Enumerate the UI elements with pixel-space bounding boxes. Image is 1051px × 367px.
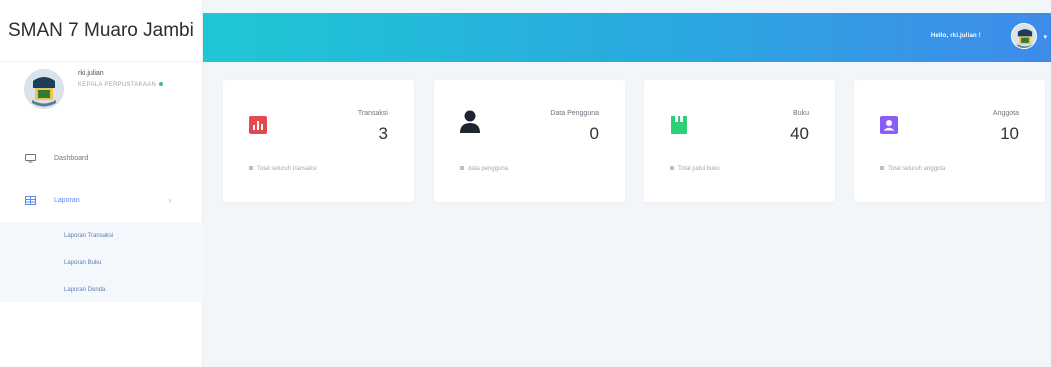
- card-value: 40: [790, 124, 809, 143]
- submenu-item-laporan-denda[interactable]: Laporan Denda: [0, 276, 203, 303]
- card-footer-text: Total seluruh anggota: [888, 166, 946, 172]
- card-footer: Total judul buku: [670, 166, 720, 172]
- book-small-icon: [670, 166, 674, 171]
- card-footer: data pengguna: [460, 166, 508, 172]
- book-icon: [670, 116, 688, 134]
- user-icon: [460, 110, 480, 133]
- submenu-item-laporan-buku[interactable]: Laporan Buku: [0, 249, 203, 276]
- card-footer: Total seluruh anggota: [880, 166, 945, 172]
- card-title: Data Pengguna: [550, 110, 599, 117]
- laporan-submenu: Laporan Transaksi Laporan Buku Laporan D…: [0, 222, 203, 302]
- list-icon: [460, 166, 464, 171]
- chart-icon: [249, 116, 267, 134]
- table-icon: [24, 195, 36, 205]
- brand-title[interactable]: SMAN 7 Muaro Jambi: [0, 0, 202, 62]
- card-footer: Total seluruh transaksi: [249, 166, 317, 172]
- sidebar: SMAN 7 Muaro Jambi rki.julian KEPALA PER…: [0, 0, 203, 367]
- card-footer-text: Total judul buku: [678, 166, 720, 172]
- top-navbar: Hello, rki.julian ! ▾: [203, 13, 1051, 62]
- stat-card-data-pengguna: Data Pengguna 0 data pengguna: [434, 80, 625, 202]
- chevron-right-icon: ›: [168, 195, 171, 205]
- greeting-text[interactable]: Hello, rki.julian !: [931, 33, 981, 39]
- user-name: rki.julian: [78, 70, 104, 77]
- user-avatar[interactable]: [24, 69, 64, 109]
- sidebar-item-label: Dashboard: [54, 154, 89, 162]
- card-footer-text: Total seluruh transaksi: [257, 166, 317, 172]
- card-title: Anggota: [992, 110, 1019, 117]
- monitor-icon: [24, 153, 36, 163]
- sidebar-item-label: Laporan: [54, 196, 80, 204]
- card-value: 0: [589, 124, 599, 143]
- card-value: 10: [1000, 124, 1019, 143]
- sidebar-item-laporan[interactable]: Laporan ›: [0, 186, 203, 214]
- stat-card-anggota: Anggota 10 Total seluruh anggota: [854, 80, 1045, 202]
- card-value: 3: [378, 124, 388, 143]
- person-small-icon: [880, 166, 884, 171]
- card-title: Buku: [793, 110, 809, 117]
- submenu-item-laporan-transaksi[interactable]: Laporan Transaksi: [0, 222, 203, 249]
- sidebar-item-dashboard[interactable]: Dashboard: [0, 144, 203, 172]
- user-role-text: KEPALA PERPUSTAKAAN: [78, 82, 157, 88]
- square-icon: [249, 166, 253, 171]
- dropdown-caret-icon[interactable]: ▾: [1043, 33, 1047, 41]
- card-footer-text: data pengguna: [468, 166, 509, 172]
- member-icon: [880, 116, 898, 134]
- stat-card-transaksi: Transaksi 3 Total seluruh transaksi: [223, 80, 414, 202]
- stat-card-buku: Buku 40 Total judul buku: [644, 80, 835, 202]
- online-status-dot: [159, 82, 164, 87]
- user-role: KEPALA PERPUSTAKAAN: [78, 82, 164, 88]
- topbar-avatar[interactable]: [1011, 23, 1037, 49]
- user-panel: rki.julian KEPALA PERPUSTAKAAN: [0, 62, 202, 144]
- card-title: Transaksi: [357, 110, 388, 117]
